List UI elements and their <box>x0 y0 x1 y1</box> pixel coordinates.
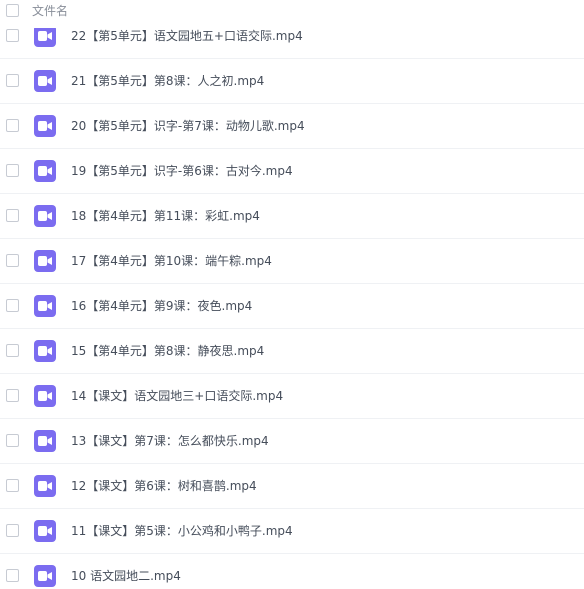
file-row[interactable]: 16【第4单元】第9课：夜色.mp4 <box>0 284 584 329</box>
row-checkbox[interactable] <box>6 524 19 537</box>
row-checkbox[interactable] <box>6 299 19 312</box>
file-row[interactable]: 17【第4单元】第10课：端午粽.mp4 <box>0 239 584 284</box>
video-file-icon <box>34 160 56 182</box>
file-name[interactable]: 15【第4单元】第8课：静夜思.mp4 <box>71 343 264 359</box>
file-name[interactable]: 17【第4单元】第10课：端午粽.mp4 <box>71 253 272 269</box>
select-all-checkbox[interactable] <box>6 4 19 17</box>
file-name[interactable]: 19【第5单元】识字-第6课：古对今.mp4 <box>71 163 293 179</box>
file-row[interactable]: 15【第4单元】第8课：静夜思.mp4 <box>0 329 584 374</box>
file-name[interactable]: 16【第4单元】第9课：夜色.mp4 <box>71 298 252 314</box>
video-file-icon <box>34 520 56 542</box>
row-checkbox[interactable] <box>6 254 19 267</box>
row-checkbox[interactable] <box>6 569 19 582</box>
file-row[interactable]: 21【第5单元】第8课：人之初.mp4 <box>0 59 584 104</box>
file-row[interactable]: 12【课文】第6课：树和喜鹊.mp4 <box>0 464 584 509</box>
file-name[interactable]: 12【课文】第6课：树和喜鹊.mp4 <box>71 478 257 494</box>
video-file-icon <box>34 25 56 47</box>
file-name[interactable]: 13【课文】第7课：怎么都快乐.mp4 <box>71 433 269 449</box>
video-file-icon <box>34 565 56 587</box>
file-name[interactable]: 14【课文】语文园地三+口语交际.mp4 <box>71 388 283 404</box>
row-checkbox[interactable] <box>6 389 19 402</box>
row-checkbox[interactable] <box>6 434 19 447</box>
row-checkbox[interactable] <box>6 209 19 222</box>
file-row[interactable]: 20【第5单元】识字-第7课：动物儿歌.mp4 <box>0 104 584 149</box>
file-row[interactable]: 14【课文】语文园地三+口语交际.mp4 <box>0 374 584 419</box>
video-file-icon <box>34 295 56 317</box>
row-checkbox[interactable] <box>6 344 19 357</box>
file-name[interactable]: 22【第5单元】语文园地五+口语交际.mp4 <box>71 28 303 44</box>
file-name[interactable]: 18【第4单元】第11课：彩虹.mp4 <box>71 208 260 224</box>
row-checkbox[interactable] <box>6 164 19 177</box>
file-row[interactable]: 11【课文】第5课：小公鸡和小鸭子.mp4 <box>0 509 584 554</box>
file-row[interactable]: 18【第4单元】第11课：彩虹.mp4 <box>0 194 584 239</box>
video-file-icon <box>34 430 56 452</box>
video-file-icon <box>34 385 56 407</box>
file-name[interactable]: 11【课文】第5课：小公鸡和小鸭子.mp4 <box>71 523 293 539</box>
row-checkbox[interactable] <box>6 479 19 492</box>
file-row[interactable]: 13【课文】第7课：怎么都快乐.mp4 <box>0 419 584 464</box>
file-list-header: 文件名 <box>0 0 584 28</box>
file-name[interactable]: 21【第5单元】第8课：人之初.mp4 <box>71 73 264 89</box>
video-file-icon <box>34 250 56 272</box>
row-checkbox[interactable] <box>6 29 19 42</box>
row-checkbox[interactable] <box>6 119 19 132</box>
video-file-icon <box>34 70 56 92</box>
video-file-icon <box>34 205 56 227</box>
file-name[interactable]: 20【第5单元】识字-第7课：动物儿歌.mp4 <box>71 118 305 134</box>
video-file-icon <box>34 475 56 497</box>
row-checkbox[interactable] <box>6 74 19 87</box>
video-file-icon <box>34 340 56 362</box>
column-header-filename[interactable]: 文件名 <box>32 3 68 19</box>
file-row[interactable]: 10 语文园地二.mp4 <box>0 554 584 589</box>
file-name[interactable]: 10 语文园地二.mp4 <box>71 568 181 584</box>
file-list: 文件名 22【第5单元】语文园地五+口语交际.mp4 21【第5单元】第8课：人… <box>0 0 584 589</box>
file-row[interactable]: 19【第5单元】识字-第6课：古对今.mp4 <box>0 149 584 194</box>
video-file-icon <box>34 115 56 137</box>
